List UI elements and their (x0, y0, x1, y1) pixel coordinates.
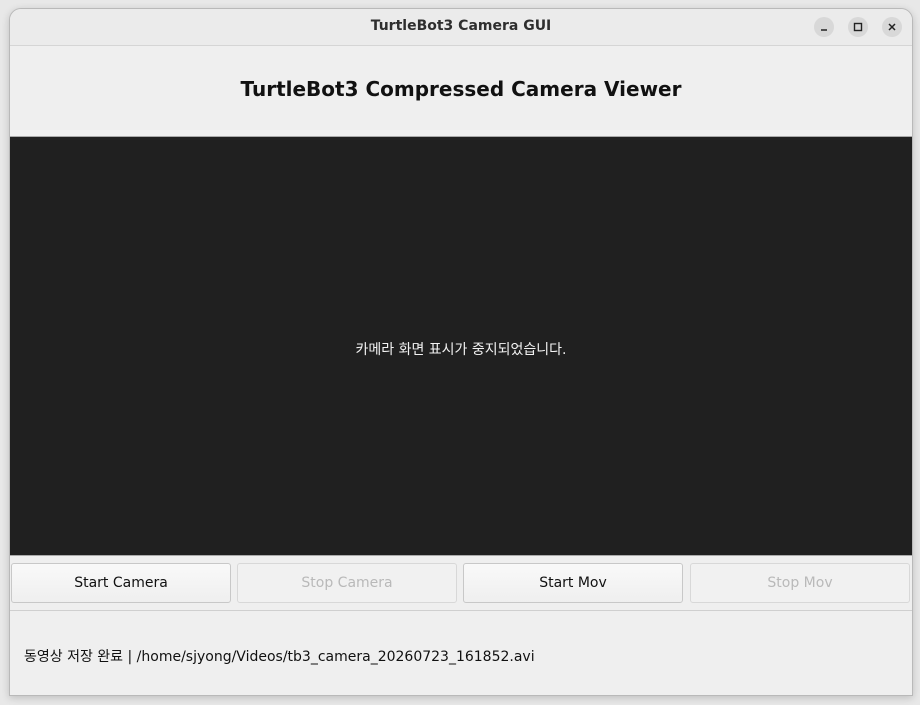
page-title: TurtleBot3 Compressed Camera Viewer (240, 77, 682, 101)
close-button[interactable] (882, 17, 902, 37)
title-bar[interactable]: TurtleBot3 Camera GUI (10, 9, 912, 46)
window-title: TurtleBot3 Camera GUI (370, 18, 552, 34)
status-text: 동영상 저장 완료 | /home/sjyong/Videos/tb3_came… (24, 649, 535, 665)
stop-camera-button[interactable]: Stop Camera (237, 563, 457, 603)
minimize-button[interactable] (814, 17, 834, 37)
camera-viewer: 카메라 화면 표시가 중지되었습니다. (10, 136, 912, 556)
start-camera-button[interactable]: Start Camera (11, 563, 231, 603)
viewer-status-message: 카메라 화면 표시가 중지되었습니다. (355, 342, 567, 358)
control-buttons: Start Camera Stop Camera Start Mov Stop … (10, 563, 912, 605)
app-window: TurtleBot3 Camera GUI TurtleBot3 Compres… (9, 8, 913, 696)
minimize-icon (821, 29, 827, 31)
stop-mov-button[interactable]: Stop Mov (690, 563, 910, 603)
maximize-button[interactable] (848, 17, 868, 37)
maximize-icon (853, 22, 863, 32)
close-icon (888, 23, 896, 31)
start-mov-button[interactable]: Start Mov (463, 563, 683, 603)
status-divider (10, 610, 912, 611)
